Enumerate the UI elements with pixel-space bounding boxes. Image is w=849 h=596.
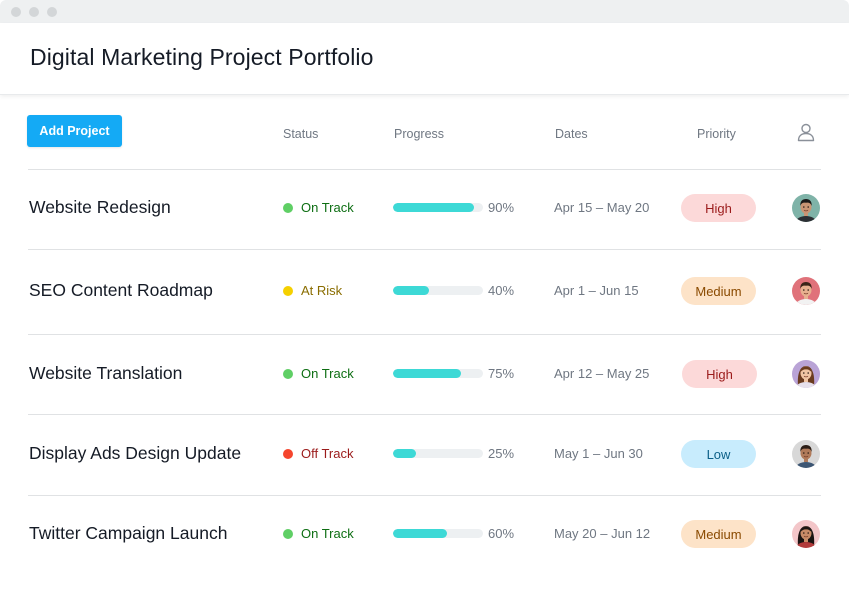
priority-badge[interactable]: High [682, 360, 757, 388]
status-dot-icon [283, 528, 293, 539]
date-range[interactable]: Apr 12 – May 25 [554, 366, 649, 381]
row-divider [28, 414, 821, 415]
progress-percent: 90% [488, 200, 515, 215]
project-row[interactable]: Twitter Campaign Launch On Track 60% May… [0, 514, 849, 554]
page-title: Digital Marketing Project Portfolio [30, 44, 374, 70]
assignee-avatar[interactable] [792, 194, 820, 222]
window-minimize-dot[interactable] [29, 7, 39, 17]
priority-badge[interactable]: High [681, 194, 756, 222]
status-label: On Track [301, 526, 354, 541]
project-row[interactable]: SEO Content Roadmap At Risk 40% Apr 1 – … [0, 271, 849, 311]
status-dot-icon [283, 285, 293, 296]
status-badge[interactable]: On Track [283, 200, 354, 215]
status-label: At Risk [301, 283, 343, 298]
date-range[interactable]: Apr 15 – May 20 [554, 200, 649, 215]
date-range[interactable]: May 1 – Jun 30 [554, 446, 643, 461]
add-project-button[interactable]: Add Project [27, 115, 122, 147]
progress-bar-fill [393, 203, 474, 212]
progress-percent: 75% [488, 366, 515, 381]
window-titlebar [0, 0, 849, 23]
window-maximize-dot[interactable] [47, 7, 57, 17]
priority-badge[interactable]: Low [681, 440, 756, 468]
progress-percent: 25% [488, 446, 515, 461]
status-badge[interactable]: On Track [283, 366, 354, 381]
row-divider [28, 169, 821, 170]
date-range[interactable]: Apr 1 – Jun 15 [554, 283, 639, 298]
project-row[interactable]: Display Ads Design Update Off Track 25% … [0, 434, 849, 474]
progress-bar [393, 369, 483, 378]
status-badge[interactable]: On Track [283, 526, 354, 541]
column-header-status[interactable]: Status [283, 127, 318, 141]
progress-percent: 60% [488, 526, 515, 541]
priority-badge[interactable]: Medium [681, 520, 756, 548]
assignee-avatar[interactable] [792, 277, 820, 305]
window-close-dot[interactable] [11, 7, 21, 17]
page-header: Digital Marketing Project Portfolio [0, 23, 849, 95]
progress-bar [393, 203, 483, 212]
progress-bar [393, 286, 483, 295]
project-name[interactable]: SEO Content Roadmap [29, 280, 213, 301]
project-row[interactable]: Website Translation On Track 75% Apr 12 … [0, 354, 849, 394]
assignee-avatar[interactable] [792, 360, 820, 388]
progress-percent: 40% [488, 283, 515, 298]
status-label: On Track [301, 200, 354, 215]
status-label: On Track [301, 366, 354, 381]
project-name[interactable]: Twitter Campaign Launch [29, 523, 227, 544]
progress-bar-fill [393, 449, 416, 458]
column-header-dates[interactable]: Dates [555, 127, 588, 141]
row-divider [28, 249, 821, 250]
progress-bar-fill [393, 286, 429, 295]
project-name[interactable]: Display Ads Design Update [29, 443, 241, 464]
project-row[interactable]: Website Redesign On Track 90% Apr 15 – M… [0, 188, 849, 228]
row-divider [28, 495, 821, 496]
row-divider [28, 334, 821, 335]
status-label: Off Track [301, 446, 354, 461]
app-window: Digital Marketing Project Portfolio Add … [0, 0, 849, 596]
progress-bar-fill [393, 369, 461, 378]
progress-bar [393, 449, 483, 458]
progress-bar [393, 529, 483, 538]
column-header-priority[interactable]: Priority [697, 127, 736, 141]
date-range[interactable]: May 20 – Jun 12 [554, 526, 650, 541]
status-dot-icon [283, 202, 293, 213]
status-dot-icon [283, 368, 293, 379]
project-name[interactable]: Website Translation [29, 363, 182, 384]
assignee-avatar[interactable] [792, 440, 820, 468]
progress-bar-fill [393, 529, 447, 538]
priority-badge[interactable]: Medium [681, 277, 756, 305]
assignee-avatar[interactable] [792, 520, 820, 548]
status-dot-icon [283, 448, 293, 459]
person-icon[interactable] [796, 122, 816, 142]
project-name[interactable]: Website Redesign [29, 197, 171, 218]
column-header-progress[interactable]: Progress [394, 127, 444, 141]
status-badge[interactable]: At Risk [283, 283, 342, 298]
status-badge[interactable]: Off Track [283, 446, 354, 461]
